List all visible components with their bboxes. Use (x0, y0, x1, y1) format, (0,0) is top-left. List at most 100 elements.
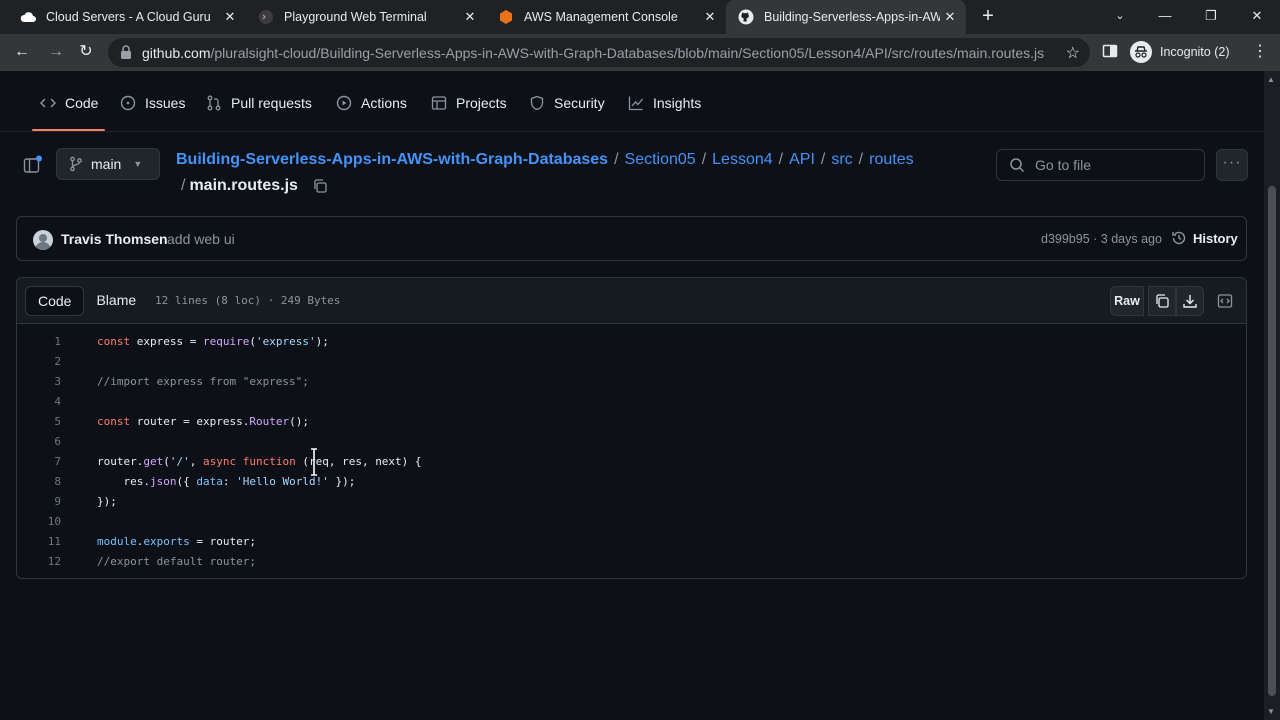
url-path: /pluralsight-cloud/Building-Serverless-A… (210, 45, 1045, 61)
tab-code[interactable]: Code (40, 93, 98, 113)
breadcrumb-file: / main.routes.js (181, 177, 328, 195)
copy-path-icon[interactable] (312, 178, 328, 194)
tab-search-icon[interactable]: ⌄ (1110, 6, 1130, 26)
breadcrumb-folder-link[interactable]: API (789, 151, 815, 168)
history-button[interactable]: History (1171, 230, 1238, 246)
scroll-up-icon[interactable]: ▲ (1267, 75, 1275, 84)
branch-name: main (91, 156, 122, 172)
breadcrumb-folder-link[interactable]: Section05 (625, 151, 696, 168)
line-number[interactable]: 2 (25, 352, 61, 372)
restore-icon[interactable]: ❐ (1201, 6, 1221, 26)
tab-insights[interactable]: Insights (628, 93, 701, 113)
tab-actions[interactable]: Actions (336, 93, 407, 113)
forward-icon[interactable]: → (46, 42, 66, 62)
breadcrumb-separator: / (181, 177, 186, 194)
minimize-icon[interactable]: — (1155, 6, 1175, 26)
branch-icon (70, 156, 82, 172)
code-line: 4 (17, 392, 1246, 412)
code-line: 12 //export default router; (17, 552, 1246, 572)
close-tab-icon[interactable]: ✕ (222, 9, 238, 25)
code-line: 10 (17, 512, 1246, 532)
line-number[interactable]: 11 (25, 532, 61, 552)
github-icon (738, 9, 754, 25)
shield-icon (530, 95, 544, 111)
tab-github-active[interactable]: Building-Serverless-Apps-in-AWS ✕ (726, 0, 966, 34)
breadcrumb-repo-link[interactable]: Building-Serverless-Apps-in-AWS-with-Gra… (176, 151, 608, 168)
code-line: 6 (17, 432, 1246, 452)
tab-issues[interactable]: Issues (120, 93, 185, 113)
tab-title: Building-Serverless-Apps-in-AWS (764, 10, 940, 24)
browser-toolbar: ← → ↻ github.com/pluralsight-cloud/Build… (0, 34, 1280, 71)
copy-raw-button[interactable] (1148, 286, 1176, 316)
side-panel-icon[interactable] (1102, 43, 1118, 59)
tab-title: Cloud Servers - A Cloud Guru (46, 10, 211, 24)
new-tab-button[interactable]: + (978, 6, 998, 26)
code-text: //export default router; (97, 555, 256, 568)
code-view-button[interactable]: Code (25, 286, 85, 316)
tab-security[interactable]: Security (529, 93, 605, 113)
commit-meta[interactable]: d399b95 · 3 days ago (1041, 232, 1162, 246)
lock-icon (120, 45, 134, 59)
back-icon[interactable]: ← (12, 42, 32, 62)
line-number[interactable]: 6 (25, 432, 61, 452)
file-tree-toggle-icon[interactable] (22, 155, 42, 175)
line-number[interactable]: 7 (25, 452, 61, 472)
line-number[interactable]: 8 (25, 472, 61, 492)
code-line: 7 router.get('/', async function (req, re… (17, 452, 1246, 472)
history-icon (1172, 231, 1186, 245)
breadcrumb-separator: / (701, 151, 707, 168)
tab-aws-console[interactable]: AWS Management Console ✕ (486, 0, 726, 34)
close-window-icon[interactable]: ✕ (1247, 6, 1267, 26)
file-header: Code Blame 12 lines (8 loc) · 249 Bytes … (17, 278, 1246, 324)
page-scrollbar[interactable]: ▲ ▼ (1264, 71, 1280, 720)
line-number[interactable]: 3 (25, 372, 61, 392)
browser-menu-icon[interactable]: ⋮ (1252, 43, 1268, 61)
tab-title: Playground Web Terminal (284, 10, 427, 24)
scroll-down-icon[interactable]: ▼ (1267, 707, 1275, 716)
code-line: 11 module.exports = router; (17, 532, 1246, 552)
browser-tab-strip: Cloud Servers - A Cloud Guru ✕ Playgroun… (0, 0, 1280, 34)
blame-view-button[interactable]: Blame (84, 286, 148, 316)
close-tab-icon[interactable]: ✕ (462, 9, 478, 25)
pull-request-icon (207, 95, 221, 111)
raw-button[interactable]: Raw (1110, 286, 1144, 316)
code-line: 9}); (17, 492, 1246, 512)
download-raw-button[interactable] (1176, 286, 1204, 316)
avatar[interactable] (33, 230, 53, 250)
table-icon (431, 96, 447, 110)
more-options-button[interactable]: ··· (1216, 149, 1248, 181)
line-number[interactable]: 1 (25, 332, 61, 352)
breadcrumb-folder-link[interactable]: routes (869, 151, 913, 168)
tab-pull-requests[interactable]: Pull requests (206, 93, 312, 113)
terminal-icon (258, 9, 274, 25)
go-to-file-input[interactable]: Go to file (996, 149, 1205, 181)
commit-author[interactable]: Travis Thomsen (61, 231, 168, 247)
line-number[interactable]: 10 (25, 512, 61, 532)
bookmark-star-icon[interactable]: ☆ (1066, 43, 1080, 63)
reload-icon[interactable]: ↻ (76, 42, 96, 62)
chevron-down-icon: ▼ (133, 159, 143, 169)
commit-message[interactable]: add web ui (167, 231, 235, 247)
code-line: 1 const express = require('express'); (17, 332, 1246, 352)
line-number[interactable]: 12 (25, 552, 61, 572)
line-number[interactable]: 4 (25, 392, 61, 412)
branch-selector[interactable]: main ▼ (56, 148, 160, 180)
incognito-profile-button[interactable]: Incognito (2) (1130, 40, 1229, 64)
close-tab-icon[interactable]: ✕ (702, 9, 718, 25)
symbols-panel-button[interactable] (1211, 286, 1239, 316)
line-number[interactable]: 5 (25, 412, 61, 432)
tab-cloud-servers[interactable]: Cloud Servers - A Cloud Guru ✕ (8, 0, 246, 34)
breadcrumb-folder-link[interactable]: Lesson4 (712, 151, 773, 168)
play-icon (336, 95, 352, 111)
address-bar[interactable]: github.com/pluralsight-cloud/Building-Se… (108, 38, 1090, 67)
repo-nav: Code Issues Pull requests Actions Projec… (0, 71, 1264, 132)
code-line: 3 //import express from "express"; (17, 372, 1246, 392)
line-number[interactable]: 9 (25, 492, 61, 512)
close-tab-icon[interactable]: ✕ (942, 9, 958, 25)
tab-projects[interactable]: Projects (431, 93, 507, 113)
code-text: }); (97, 495, 117, 508)
tab-playground-terminal[interactable]: Playground Web Terminal ✕ (246, 0, 486, 34)
view-mode-toggle: Code Blame (25, 286, 148, 316)
scrollbar-thumb[interactable] (1268, 186, 1276, 696)
breadcrumb-folder-link[interactable]: src (831, 151, 852, 168)
